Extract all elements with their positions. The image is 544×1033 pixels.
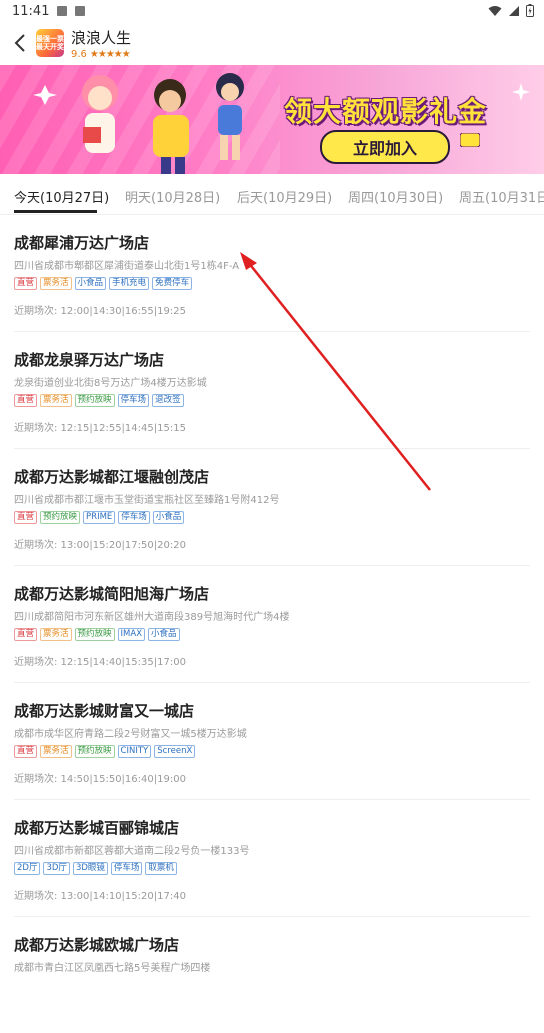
wifi-icon <box>488 5 502 16</box>
cinema-name: 成都万达影城都江堰融创茂店 <box>14 468 210 486</box>
cinema-tag: ScreenX <box>154 745 196 758</box>
gallery-notification-icon <box>57 6 68 16</box>
cinema-tag: PRIME <box>83 511 116 524</box>
cinema-tag: 票务活 <box>40 277 72 290</box>
cinema-tags: 直营 票务活 预约放映 停车场 退改签 <box>14 394 184 407</box>
cinema-item[interactable]: 成都万达影城简阳旭海广场店 四川成都简阳市河东新区雄州大道南段389号旭海时代广… <box>14 566 530 683</box>
cinema-tag: 票务活 <box>40 628 72 641</box>
rating-stars: ★★★★★ <box>89 48 131 60</box>
cinema-name: 成都万达影城财富又一城店 <box>14 702 195 720</box>
cinema-tag: 小食品 <box>152 511 185 524</box>
cinema-address: 四川省成都市新都区蓉都大道南二段2号负一楼133号 <box>14 846 250 857</box>
cinema-item[interactable]: 成都万达影城欧城广场店 成都市青白江区凤凰西七路5号美程广场四楼 <box>14 917 530 1033</box>
cinema-showtimes: 近期场次: 12:15|14:40|15:35|17:00 <box>14 657 186 668</box>
cinema-tag: 直营 <box>14 277 38 290</box>
cinema-tag: 停车场 <box>110 862 143 875</box>
banner-characters-illustration <box>33 73 244 174</box>
cinema-tag: 免费停车 <box>152 277 193 290</box>
cinema-tag: 停车场 <box>117 394 150 407</box>
cinema-address: 龙泉街道创业北街8号万达广场4楼万达影城 <box>14 378 207 389</box>
tab-today[interactable]: 今天(10月27日) <box>14 176 109 206</box>
cinema-name: 成都万达影城欧城广场店 <box>14 936 180 954</box>
sparkle-icon <box>512 83 530 101</box>
cinema-tag: 退改签 <box>152 394 184 407</box>
cinema-name: 成都万达影城百郦锦城店 <box>14 819 180 837</box>
cinema-address: 成都市成华区府青路二段2号财富又一城5楼万达影城 <box>14 729 247 740</box>
cinema-tag: 手机充电 <box>109 277 150 290</box>
cinema-list: 成都犀浦万达广场店 四川省成都市郫都区犀浦街道泰山北街1号1栋4F-A 直营 票… <box>0 215 544 1033</box>
cinema-tag: 直营 <box>14 745 38 758</box>
ticket-icon <box>460 133 480 147</box>
cinema-tag: 直营 <box>14 628 38 641</box>
cinema-item[interactable]: 成都犀浦万达广场店 四川省成都市郫都区犀浦街道泰山北街1号1栋4F-A 直营 票… <box>14 215 530 332</box>
app-title: 浪浪人生 <box>71 28 132 47</box>
cinema-tags: 直营 票务活 小食品 手机充电 免费停车 <box>14 277 193 290</box>
cinema-name: 成都犀浦万达广场店 <box>14 234 150 252</box>
cinema-address: 四川省成都市郫都区犀浦街道泰山北街1号1栋4F-A <box>14 261 240 272</box>
tab-friday[interactable]: 周五(10月31日) <box>459 176 544 206</box>
back-arrow-icon <box>14 34 25 52</box>
cinema-item[interactable]: 成都龙泉驿万达广场店 龙泉街道创业北街8号万达广场4楼万达影城 直营 票务活 预… <box>14 332 530 449</box>
cinema-tag: 直营 <box>14 394 38 407</box>
cinema-item[interactable]: 成都万达影城百郦锦城店 四川省成都市新都区蓉都大道南二段2号负一楼133号 2D… <box>14 800 530 917</box>
cinema-tags: 直营 票务活 预约放映 CINITY ScreenX <box>14 745 196 758</box>
cinema-tags: 直营 预约放映 PRIME 停车场 小食品 <box>14 511 185 524</box>
app-header: 最强一票 最天开奖 浪浪人生 9.6 ★★★★★ <box>0 22 544 64</box>
app-icon: 最强一票 最天开奖 <box>36 29 64 57</box>
cinema-tag: 预约放映 <box>40 511 81 524</box>
cinema-tag: 2D厅 <box>14 862 41 875</box>
cinema-tags: 直营 票务活 预约放映 IMAX 小食品 <box>14 628 180 641</box>
cinema-tag: 预约放映 <box>74 745 115 758</box>
banner-title: 领大额观影礼金 <box>284 95 488 128</box>
cinema-tag: 停车场 <box>118 511 150 524</box>
cinema-tag: IMAX <box>117 628 146 641</box>
cinema-showtimes: 近期场次: 13:00|14:10|15:20|17:40 <box>14 891 186 902</box>
battery-icon <box>526 4 534 17</box>
cinema-tag: CINITY <box>117 745 152 758</box>
cinema-tag: 预约放映 <box>74 628 115 641</box>
active-tab-indicator <box>14 210 97 213</box>
status-bar: 11:41 <box>0 0 544 22</box>
back-button[interactable] <box>0 22 40 64</box>
cinema-showtimes: 近期场次: 12:00|14:30|16:55|19:25 <box>14 306 186 317</box>
cinema-showtimes: 近期场次: 12:15|12:55|14:45|15:15 <box>14 423 186 434</box>
tab-tomorrow[interactable]: 明天(10月28日) <box>125 176 220 206</box>
cinema-item[interactable]: 成都万达影城财富又一城店 成都市成华区府青路二段2号财富又一城5楼万达影城 直营… <box>14 683 530 800</box>
join-now-button[interactable]: 立即加入 <box>320 130 450 164</box>
cinema-tag: 3D眼镜 <box>72 862 108 875</box>
cinema-showtimes: 近期场次: 13:00|15:20|17:50|20:20 <box>14 540 186 551</box>
status-time: 11:41 <box>12 3 50 19</box>
app-info: 浪浪人生 9.6 ★★★★★ <box>71 27 131 60</box>
date-tabs: 今天(10月27日) 明天(10月28日) 后天(10月29日) 周四(10月3… <box>0 176 544 215</box>
cinema-tags: 2D厅 3D厅 3D眼镜 停车场 取票机 <box>14 862 177 875</box>
cinema-showtimes: 近期场次: 14:50|15:50|16:40|19:00 <box>14 774 186 785</box>
cinema-tag: 票务活 <box>40 745 72 758</box>
cinema-name: 成都万达影城简阳旭海广场店 <box>14 585 210 603</box>
cinema-address: 四川省成都市都江堰市玉堂街道宝瓶社区至臻路1号附412号 <box>14 495 280 506</box>
cinema-tag: 预约放映 <box>74 394 115 407</box>
cinema-tag: 直营 <box>14 511 38 524</box>
cinema-tag: 取票机 <box>145 862 177 875</box>
cinema-address: 四川成都简阳市河东新区雄州大道南段389号旭海时代广场4楼 <box>14 612 290 623</box>
cinema-tag: 小食品 <box>148 628 180 641</box>
cinema-tag: 小食品 <box>74 277 107 290</box>
cinema-tag: 3D厅 <box>43 862 70 875</box>
tab-day-after[interactable]: 后天(10月29日) <box>237 176 332 206</box>
signal-icon <box>509 5 519 16</box>
cinema-name: 成都龙泉驿万达广场店 <box>14 351 165 369</box>
rating-score: 9.6 <box>71 48 87 60</box>
tab-thursday[interactable]: 周四(10月30日) <box>348 176 443 206</box>
promo-banner[interactable]: 领大额观影礼金 立即加入 <box>0 65 544 174</box>
cinema-tag: 票务活 <box>40 394 72 407</box>
app-notification-icon <box>75 6 86 16</box>
app-rating: 9.6 ★★★★★ <box>71 49 131 60</box>
cinema-item[interactable]: 成都万达影城都江堰融创茂店 四川省成都市都江堰市玉堂街道宝瓶社区至臻路1号附41… <box>14 449 530 566</box>
